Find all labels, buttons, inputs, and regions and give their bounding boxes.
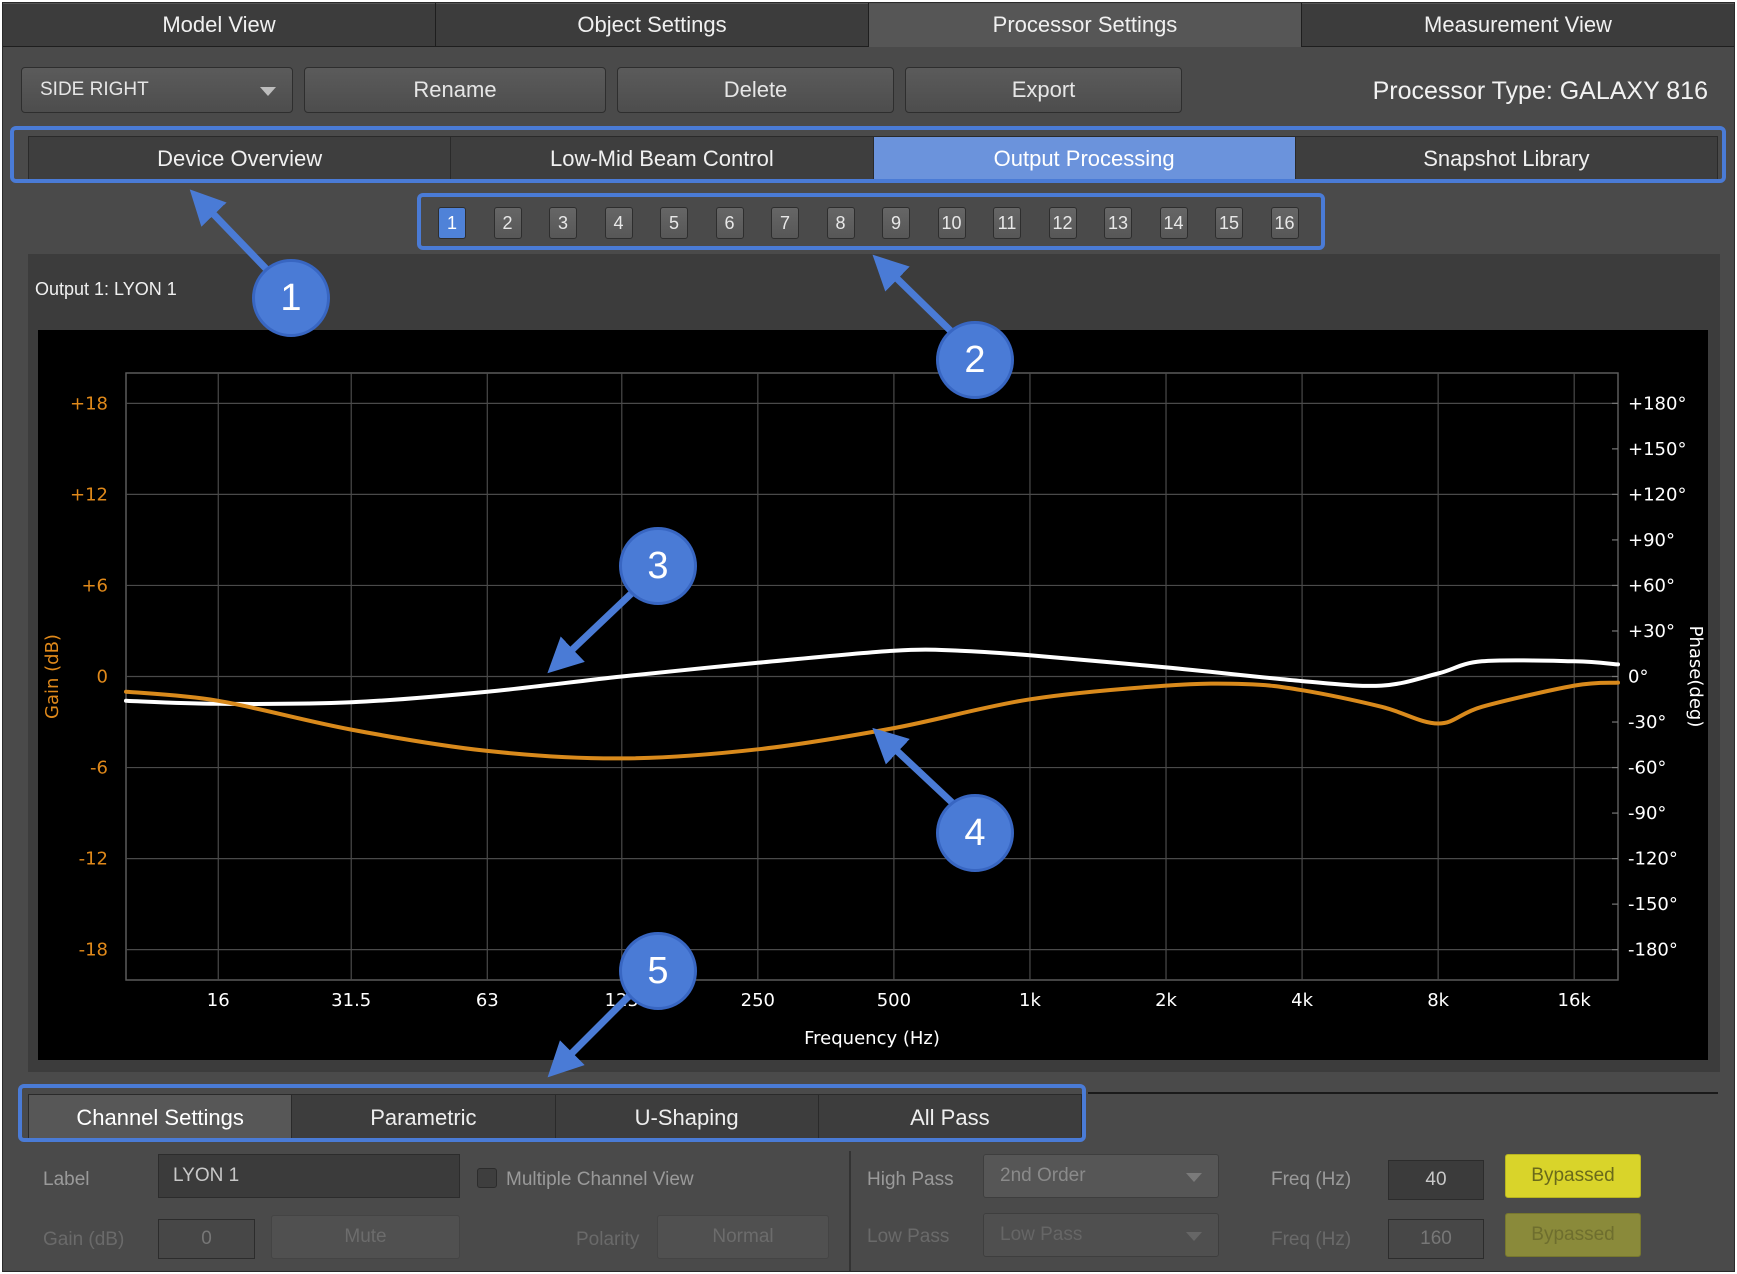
callout-3: 3	[619, 527, 697, 605]
x-tick-label: 2k	[1155, 990, 1177, 1011]
gain-tick-label: +12	[70, 484, 108, 505]
mute-button[interactable]: Mute	[271, 1215, 460, 1259]
highlight-sub-tabs	[10, 126, 1726, 183]
gain-tick-label: -6	[90, 758, 108, 779]
chevron-down-icon	[1186, 1173, 1202, 1182]
multiple-channel-checkbox[interactable]	[477, 1168, 497, 1188]
low-pass-caption: Low Pass	[867, 1226, 950, 1247]
low-pass-bypass-button[interactable]: Bypassed	[1505, 1213, 1641, 1257]
x-tick-label: 63	[476, 990, 499, 1011]
x-tick-label: 31.5	[331, 990, 371, 1011]
phase-tick-label: -180°	[1628, 940, 1678, 961]
processor-dropdown-value: SIDE RIGHT	[40, 79, 149, 100]
phase-tick-label: +120°	[1628, 484, 1686, 505]
phase-tick-label: +180°	[1628, 393, 1686, 414]
x-tick-label: 8k	[1427, 990, 1449, 1011]
tab-measurement-view[interactable]: Measurement View	[1302, 3, 1734, 47]
low-freq-caption: Freq (Hz)	[1271, 1229, 1352, 1250]
high-pass-caption: High Pass	[867, 1169, 954, 1190]
chevron-down-icon	[260, 87, 276, 96]
high-pass-select[interactable]: 2nd Order	[983, 1154, 1219, 1198]
polarity-button[interactable]: Normal	[657, 1215, 829, 1259]
processor-dropdown[interactable]: SIDE RIGHT	[21, 67, 293, 113]
x-tick-label: 16k	[1558, 990, 1592, 1011]
gain-caption: Gain (dB)	[43, 1229, 125, 1250]
label-caption: Label	[43, 1169, 90, 1190]
gain-tick-label: 0	[97, 667, 108, 688]
divider	[1088, 1092, 1718, 1094]
tab-model-view[interactable]: Model View	[3, 3, 436, 47]
high-pass-bypass-button[interactable]: Bypassed	[1505, 1154, 1641, 1198]
phase-tick-label: +150°	[1628, 439, 1686, 460]
gain-tick-label: +18	[70, 393, 108, 414]
callout-2: 2	[936, 321, 1014, 399]
high-pass-value: 2nd Order	[1000, 1165, 1086, 1186]
x-tick-label: 4k	[1291, 990, 1313, 1011]
phase-tick-label: -120°	[1628, 849, 1678, 870]
callout-5: 5	[619, 932, 697, 1010]
low-pass-value: Low Pass	[1000, 1224, 1083, 1245]
response-graph[interactable]: 16 31.5 63 125 250 500 1k 2k 4k 8k 16k +18 +12 +6 0 -6-…	[38, 330, 1708, 1060]
phase-tick-label: -90°	[1628, 803, 1666, 824]
phase-axis-title: Phase(deg)	[1685, 626, 1706, 728]
x-tick-label: 500	[877, 990, 911, 1011]
polarity-caption: Polarity	[576, 1229, 640, 1250]
high-freq-caption: Freq (Hz)	[1271, 1169, 1352, 1190]
chevron-down-icon	[1186, 1232, 1202, 1241]
phase-tick-label: +90°	[1628, 530, 1675, 551]
gain-tick-label: -12	[79, 849, 108, 870]
x-axis-title: Frequency (Hz)	[804, 1028, 940, 1049]
phase-tick-label: +60°	[1628, 575, 1675, 596]
high-freq-input[interactable]: 40	[1388, 1160, 1484, 1200]
phase-tick-label: +30°	[1628, 621, 1675, 642]
gain-curve	[124, 680, 1620, 761]
phase-tick-label: -150°	[1628, 894, 1678, 915]
callout-1: 1	[252, 259, 330, 337]
label-input[interactable]: LYON 1	[158, 1154, 460, 1198]
low-freq-input[interactable]: 160	[1388, 1219, 1484, 1259]
tab-object-settings[interactable]: Object Settings	[436, 3, 869, 47]
settings-separator	[849, 1151, 851, 1271]
x-tick-label: 250	[741, 990, 775, 1011]
export-button[interactable]: Export	[905, 67, 1182, 113]
highlight-bottom-tabs	[18, 1084, 1086, 1142]
low-pass-select[interactable]: Low Pass	[983, 1213, 1219, 1257]
gain-input[interactable]: 0	[158, 1219, 255, 1259]
rename-button[interactable]: Rename	[304, 67, 606, 113]
response-chart: 16 31.5 63 125 250 500 1k 2k 4k 8k 16k+18+12+60-6-…	[42, 372, 1706, 1049]
multiple-channel-label: Multiple Channel View	[506, 1169, 694, 1190]
phase-tick-label: -60°	[1628, 758, 1666, 779]
callout-4: 4	[936, 794, 1014, 872]
phase-tick-label: -30°	[1628, 712, 1666, 733]
x-tick-label: 1k	[1019, 990, 1041, 1011]
processor-type: Processor Type: GALAXY 816	[1372, 77, 1708, 105]
delete-button[interactable]: Delete	[617, 67, 894, 113]
x-tick-label: 16	[207, 990, 230, 1011]
output-label: Output 1: LYON 1	[35, 279, 177, 299]
top-tab-bar: Model View Object Settings Processor Set…	[3, 3, 1734, 47]
highlight-channels	[417, 193, 1325, 250]
phase-tick-label: 0°	[1628, 667, 1648, 688]
gain-axis-title: Gain (dB)	[42, 634, 63, 719]
gain-tick-label: +6	[81, 575, 108, 596]
gain-tick-label: -18	[79, 940, 108, 961]
tab-processor-settings[interactable]: Processor Settings	[869, 3, 1302, 47]
